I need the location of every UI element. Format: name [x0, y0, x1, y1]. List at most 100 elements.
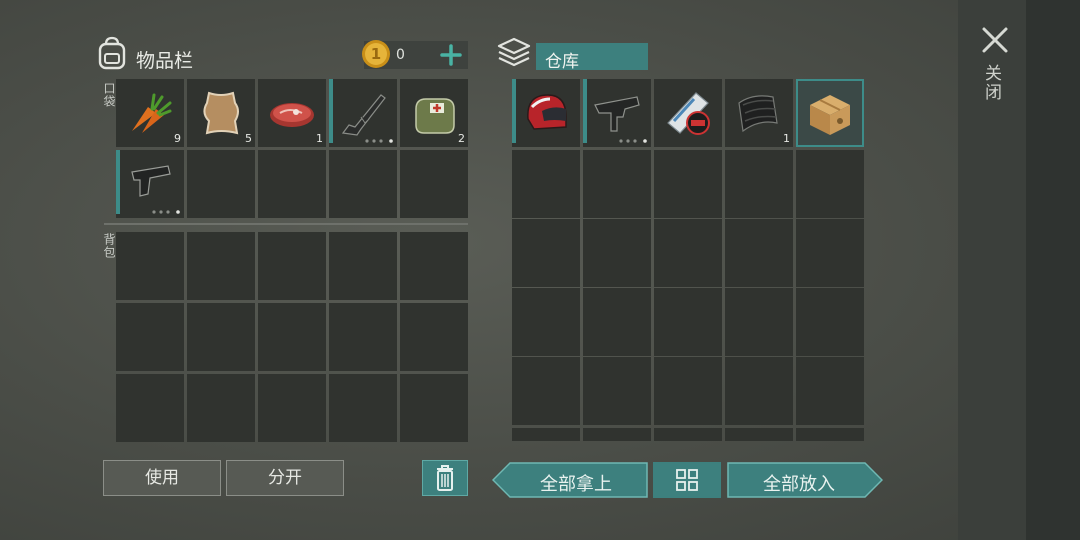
equipped-marker: [583, 79, 587, 143]
backpack-slot[interactable]: [187, 374, 255, 442]
take-all-label: 全部拿上: [540, 474, 612, 495]
magazine-icon: [667, 92, 710, 135]
first-aid-bag-icon: [415, 98, 455, 134]
durability-dots: [365, 139, 393, 143]
storage-slot[interactable]: [796, 357, 864, 425]
side-panel-edge: [1026, 0, 1080, 540]
svg-text:1: 1: [371, 45, 381, 63]
use-button[interactable]: 使用: [103, 460, 221, 496]
sort-button[interactable]: [653, 462, 721, 498]
storage-title: 仓库: [545, 52, 579, 72]
storage-icon: [496, 36, 532, 70]
storage-slot[interactable]: [512, 357, 580, 425]
pocket-slot-raw-meat[interactable]: 1: [258, 79, 326, 147]
storage-slot[interactable]: [583, 357, 651, 425]
storage-slot[interactable]: [725, 150, 793, 218]
storage-slot[interactable]: [654, 357, 722, 425]
pocket-slot[interactable]: [258, 150, 326, 218]
plus-icon: [440, 44, 462, 66]
equipped-marker: [116, 150, 120, 214]
pocket-slot-carrot[interactable]: 9: [116, 79, 184, 147]
close-label: 关闭: [981, 64, 1001, 102]
split-button[interactable]: 分开: [226, 460, 344, 496]
pocket-slot[interactable]: [187, 150, 255, 218]
item-count: 2: [458, 132, 465, 145]
storage-slot-submachine-gun[interactable]: [583, 79, 651, 147]
storage-slot[interactable]: [654, 288, 722, 356]
cardboard-box-icon: [810, 95, 850, 135]
add-coins-button[interactable]: [440, 44, 462, 66]
backpack-slot[interactable]: [258, 303, 326, 371]
put-all-label: 全部放入: [763, 474, 835, 495]
pistol-icon: [131, 165, 171, 197]
backpack-slot[interactable]: [400, 303, 468, 371]
durability-dots: [619, 139, 647, 143]
backpack-slot[interactable]: [258, 232, 326, 300]
backpack-slot[interactable]: [116, 303, 184, 371]
backpack-slot[interactable]: [258, 374, 326, 442]
storage-slot-rubber-sheet[interactable]: 1: [725, 79, 793, 147]
storage-slot[interactable]: [796, 219, 864, 287]
pocket-slot-pistol[interactable]: [116, 150, 184, 218]
storage-slot[interactable]: [654, 428, 722, 441]
storage-slot[interactable]: [725, 428, 793, 441]
storage-slot[interactable]: [512, 288, 580, 356]
storage-slot[interactable]: [583, 288, 651, 356]
raw-meat-icon: [270, 103, 314, 127]
storage-slot[interactable]: [512, 150, 580, 218]
backpack-slot[interactable]: [400, 232, 468, 300]
trash-button[interactable]: [422, 460, 468, 496]
motorcycle-helmet-icon: [527, 94, 567, 130]
backpack-slot[interactable]: [187, 303, 255, 371]
storage-slot[interactable]: [796, 150, 864, 218]
item-count: 5: [245, 132, 252, 145]
pocket-slot[interactable]: [400, 150, 468, 218]
storage-slot[interactable]: [796, 288, 864, 356]
storage-slot-magazine[interactable]: [654, 79, 722, 147]
item-count: 1: [783, 132, 790, 145]
storage-slot[interactable]: [654, 219, 722, 287]
backpack-slot[interactable]: [329, 303, 397, 371]
put-all-button[interactable]: 全部放入: [727, 462, 883, 498]
close-icon: [982, 27, 1008, 53]
storage-slot[interactable]: [583, 428, 651, 441]
assault-rifle-icon: [341, 94, 386, 136]
equipped-marker: [329, 79, 333, 143]
backpack-slot[interactable]: [329, 374, 397, 442]
coin-icon: 1: [360, 38, 392, 70]
storage-slot[interactable]: [583, 150, 651, 218]
storage-grid: 1: [510, 78, 865, 441]
close-button[interactable]: [975, 20, 1015, 60]
grid-sort-icon: [676, 469, 698, 491]
storage-slot[interactable]: [796, 428, 864, 441]
backpack-slot[interactable]: [400, 374, 468, 442]
storage-slot[interactable]: [512, 428, 580, 441]
durability-dots: [152, 210, 180, 214]
backpack-slot[interactable]: [187, 232, 255, 300]
storage-slot-motorcycle-helmet[interactable]: [512, 79, 580, 147]
storage-slot[interactable]: [583, 219, 651, 287]
backpack-slot[interactable]: [116, 374, 184, 442]
submachine-gun-icon: [594, 96, 640, 132]
rubber-sheet-icon: [738, 95, 778, 133]
take-all-button[interactable]: 全部拿上: [492, 462, 648, 498]
item-count: 1: [316, 132, 323, 145]
pocket-slot-assault-rifle[interactable]: [329, 79, 397, 147]
backpack-slot[interactable]: [329, 232, 397, 300]
backpack-icon: [96, 36, 128, 70]
storage-slot[interactable]: [512, 219, 580, 287]
inventory-title: 物品栏: [136, 50, 194, 72]
backpack-slot[interactable]: [116, 232, 184, 300]
storage-slot[interactable]: [654, 150, 722, 218]
storage-slot[interactable]: [725, 219, 793, 287]
section-divider: [104, 223, 468, 225]
item-count: 9: [174, 132, 181, 145]
animal-hide-icon: [203, 91, 239, 135]
storage-slot-cardboard-box[interactable]: [796, 79, 864, 147]
pocket-slot[interactable]: [329, 150, 397, 218]
storage-slot[interactable]: [725, 288, 793, 356]
pocket-slot-first-aid-bag[interactable]: 2: [400, 79, 468, 147]
pocket-slot-animal-hide[interactable]: 5: [187, 79, 255, 147]
storage-slot[interactable]: [725, 357, 793, 425]
trash-icon: [437, 465, 453, 491]
